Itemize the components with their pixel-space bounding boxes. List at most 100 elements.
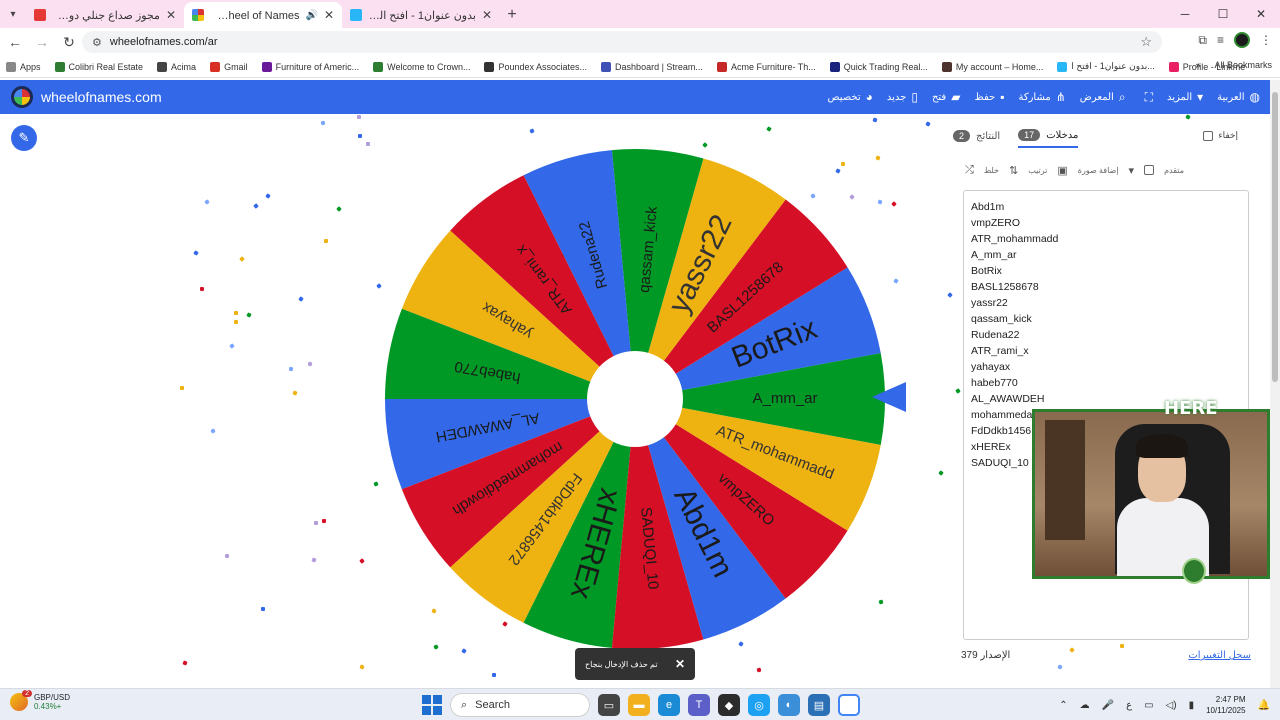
bookmark-item[interactable]: Poundex Associates...	[484, 61, 587, 72]
new-tab-button[interactable]: +	[500, 2, 524, 28]
entry-line[interactable]: ATR_rami_x	[971, 343, 1241, 359]
site-menu-item[interactable]: حفظ ▪	[974, 90, 1004, 104]
site-menu-item[interactable]: العربية ◍	[1217, 90, 1260, 104]
taskbar-search[interactable]: ⌕ Search	[450, 693, 590, 717]
task-view-icon[interactable]: ▭	[598, 694, 620, 716]
toast-close-icon[interactable]: ✕	[675, 657, 685, 671]
sort-icon[interactable]: ⇅	[1009, 164, 1018, 177]
bookmark-item[interactable]: Welcome to Crown...	[373, 61, 470, 72]
reload-icon[interactable]: ↻	[57, 30, 81, 54]
bookmarks-overflow-icon[interactable]: »	[1195, 60, 1200, 70]
microphone-icon[interactable]: 🎤	[1102, 700, 1114, 711]
profile-avatar[interactable]	[1234, 32, 1250, 48]
entry-line[interactable]: yahayax	[971, 359, 1241, 375]
entry-line[interactable]: qassam_kick	[971, 311, 1241, 327]
browser-tab-1[interactable]: مجوز صداع جنلي دوحه - رماني ر ✕	[26, 2, 184, 28]
network-icon[interactable]: ▭	[1144, 700, 1153, 711]
site-menu-item[interactable]: مشاركة ⋔	[1018, 90, 1065, 104]
site-info-icon[interactable]: ⚙	[92, 36, 102, 49]
bookmark-item[interactable]: Gmail	[210, 61, 248, 72]
weather-ticker-widget[interactable]: 2 GBP/USD 0.43%+	[10, 690, 70, 711]
chrome-alt-icon[interactable]: ◎	[748, 694, 770, 716]
advanced-checkbox[interactable]	[1144, 165, 1155, 175]
bookmark-item[interactable]: Furniture of Americ...	[261, 61, 359, 72]
forward-icon[interactable]: →	[30, 30, 54, 54]
bookmark-item[interactable]: Quick Trading Real...	[829, 61, 928, 72]
scrollbar-thumb[interactable]	[1272, 92, 1278, 382]
bookmark-item[interactable]: بدون عنوان1 - افتح ا...	[1057, 61, 1155, 72]
file-explorer-icon[interactable]: ▬	[628, 694, 650, 716]
page-scrollbar[interactable]	[1270, 80, 1280, 688]
clock[interactable]: 2:47 PM 10/11/2025	[1206, 694, 1245, 716]
entry-line[interactable]: habeb770	[971, 375, 1241, 391]
volume-icon[interactable]: ◁)	[1166, 700, 1177, 711]
extensions-icon[interactable]: ⧉	[1198, 33, 1207, 48]
site-menu-item[interactable]: المزيد ▾	[1167, 90, 1203, 104]
entry-line[interactable]: vmpZERO	[971, 215, 1241, 231]
entry-line[interactable]: BotRix	[971, 263, 1241, 279]
site-menu-item[interactable]: ⛶	[1140, 90, 1153, 105]
close-tab-icon[interactable]: ✕	[482, 8, 492, 22]
wheel[interactable]: BotRix BASL1258678 yassr22 qassam_kick Ruden…	[380, 144, 890, 654]
close-tab-icon[interactable]: ✕	[324, 8, 334, 22]
explorer-folder-icon[interactable]: ▤	[808, 694, 830, 716]
entry-line[interactable]: BASL1258678	[971, 279, 1241, 295]
browser-tab-3[interactable]: بدون عنوان1 - افتح الصندوق ✕	[342, 2, 500, 28]
tab-entries[interactable]: 17 مدخلات	[1018, 124, 1079, 148]
back-icon[interactable]: ←	[3, 30, 27, 54]
site-menu-item[interactable]: تخصيص ◕	[827, 90, 872, 104]
hide-toggle[interactable]: إخفاء	[1203, 130, 1238, 141]
notification-bell-icon[interactable]: 🔔	[1258, 700, 1270, 711]
bookmark-item[interactable]: Colibri Real Estate	[54, 61, 143, 72]
shuffle-label[interactable]: خلط	[984, 166, 999, 175]
bookmark-item[interactable]: Apps	[6, 61, 41, 72]
edit-pencil-icon[interactable]: ✎	[11, 125, 37, 151]
bookmark-item[interactable]: Dashboard | Stream...	[601, 61, 703, 72]
bookmark-item[interactable]: My account – Home...	[941, 61, 1043, 72]
chrome-icon[interactable]	[838, 694, 860, 716]
close-window-icon[interactable]: ✕	[1242, 0, 1280, 28]
close-tab-icon[interactable]: ✕	[166, 8, 176, 22]
sort-label[interactable]: ترتيب	[1028, 166, 1047, 175]
site-menu-item[interactable]: جديد ▯	[887, 90, 918, 104]
media-icon[interactable]: ≡	[1217, 33, 1224, 47]
store-icon[interactable]: ◐	[778, 694, 800, 716]
entry-line[interactable]: A_mm_ar	[971, 247, 1241, 263]
url-text[interactable]: wheelofnames.com/ar	[110, 36, 1140, 48]
add-image-label[interactable]: إضافة صورة	[1078, 166, 1119, 175]
wheel-svg[interactable]: BotRixBASL1258678yassr22qassam_kickRuden…	[380, 144, 890, 654]
maximize-icon[interactable]: ☐	[1204, 0, 1242, 28]
dropdown-arrow-icon[interactable]: ▾	[1129, 164, 1135, 177]
entry-line[interactable]: ATR_mohammadd	[971, 231, 1241, 247]
menu-kebab-icon[interactable]: ⋮	[1260, 33, 1272, 47]
entry-line[interactable]: yassr22	[971, 295, 1241, 311]
tab-search-chevron-icon[interactable]: ▾	[0, 0, 26, 28]
shuffle-icon[interactable]: ⤮	[965, 164, 974, 177]
entry-line[interactable]: Rudena22	[971, 327, 1241, 343]
bookmark-item[interactable]: Acme Furniture- Th...	[716, 61, 816, 72]
browser-tab-2[interactable]: Wheel of Names | العشوائي 🔊 ✕	[184, 2, 342, 28]
entry-line[interactable]: Abd1m	[971, 199, 1241, 215]
app-icon[interactable]: ◆	[718, 694, 740, 716]
edge-icon[interactable]: e	[658, 694, 680, 716]
hide-checkbox[interactable]	[1203, 130, 1214, 141]
bookmark-star-icon[interactable]: ☆	[1140, 34, 1152, 50]
all-bookmarks[interactable]: » All Bookmarks	[1195, 60, 1272, 70]
site-menu-item[interactable]: المعرض ⌕	[1080, 90, 1126, 105]
chevron-up-icon[interactable]: ⌃	[1059, 700, 1067, 711]
wheel-center-hub[interactable]	[587, 351, 683, 447]
changelog-link[interactable]: سجل التغييرات	[1188, 650, 1251, 661]
tab-results[interactable]: 2 النتائج	[953, 124, 1000, 148]
battery-icon[interactable]: ▮	[1189, 700, 1195, 711]
language-indicator[interactable]: ع	[1126, 700, 1132, 711]
minimize-icon[interactable]: ─	[1166, 0, 1204, 28]
wheel-logo-icon[interactable]	[11, 86, 33, 108]
image-icon[interactable]: ▣	[1057, 164, 1067, 177]
speaker-icon[interactable]: 🔊	[305, 10, 317, 21]
site-menu-item[interactable]: فتح ▰	[932, 90, 961, 104]
brand-name[interactable]: wheelofnames.com	[41, 89, 162, 105]
teams-icon[interactable]: T	[688, 694, 710, 716]
bookmark-item[interactable]: Acima	[157, 61, 196, 72]
onedrive-icon[interactable]: ☁	[1080, 700, 1090, 711]
windows-start-icon[interactable]	[422, 695, 442, 715]
